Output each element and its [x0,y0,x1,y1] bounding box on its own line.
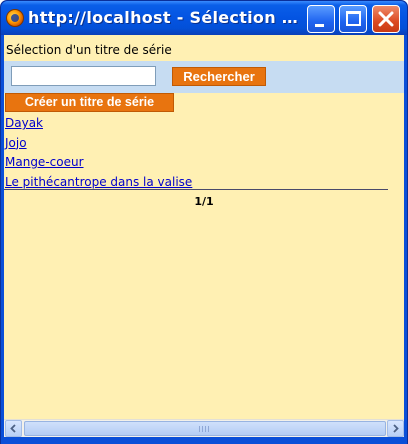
maximize-button[interactable] [339,5,367,33]
page-title: Sélection d'un titre de série [6,43,172,57]
arrow-left-icon [10,424,16,433]
page-content: Sélection d'un titre de série Rechercher… [4,35,404,419]
firefox-icon[interactable] [6,9,24,27]
result-link-pithecantrope[interactable]: Le pithécantrope dans la valise [5,174,389,194]
close-button[interactable] [372,5,400,33]
maximize-icon [346,11,361,26]
results-divider [4,189,388,190]
search-button[interactable]: Rechercher [172,67,266,86]
search-input[interactable] [11,66,156,86]
horizontal-scrollbar[interactable] [4,419,404,437]
title-bar[interactable]: http://localhost - Sélection d'un titre … [1,1,407,35]
scroll-left-button[interactable] [5,420,22,437]
minimize-button[interactable] [307,5,335,33]
scroll-right-button[interactable] [387,420,404,437]
results-list: Dayak Jojo Mange-coeur Le pithécantrope … [5,115,389,193]
result-link-jojo[interactable]: Jojo [5,135,389,155]
create-series-title-button[interactable]: Créer un titre de série [5,93,174,112]
window-title: http://localhost - Sélection d'un titre … [28,8,304,27]
browser-window: http://localhost - Sélection d'un titre … [0,0,408,444]
close-icon [378,11,394,27]
arrow-right-icon [393,424,399,433]
pagination-indicator: 1/1 [194,195,214,208]
result-link-dayak[interactable]: Dayak [5,115,389,135]
minimize-icon [315,24,324,27]
result-link-mange-coeur[interactable]: Mange-coeur [5,154,389,174]
window-bottom-border [1,437,407,444]
scrollbar-thumb[interactable] [24,421,386,436]
scrollbar-grip [199,426,209,432]
search-bar: Rechercher [4,61,404,93]
